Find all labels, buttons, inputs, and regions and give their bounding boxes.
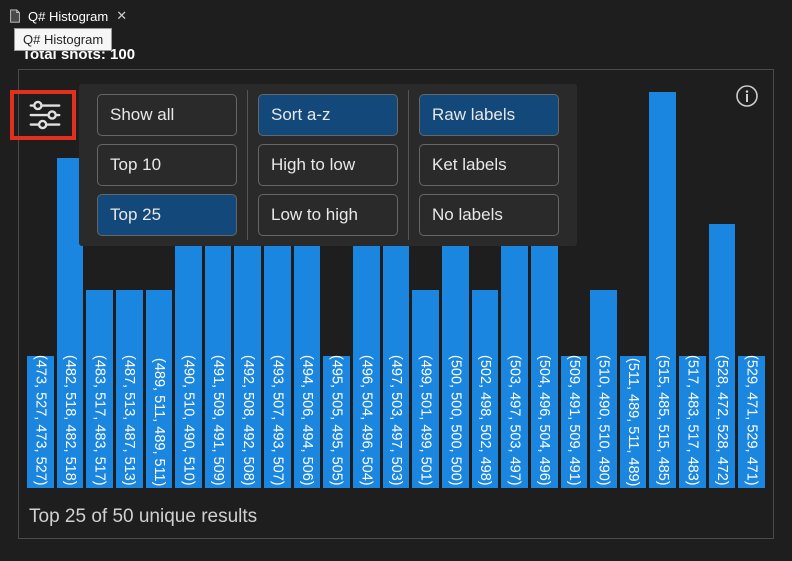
filter-button[interactable]: Low to high [258,194,398,236]
bar-wrap: (515, 485, 515, 485) [649,92,676,488]
bar-label: (487, 513, 487, 513) [121,355,137,486]
bar-label: (503, 497, 503, 497) [507,355,523,486]
close-icon[interactable]: ✕ [114,8,129,24]
tab-bar: Q# Histogram ✕ [0,0,792,32]
bar-label: (529, 471, 529, 471) [744,355,760,486]
filter-button[interactable]: No labels [419,194,559,236]
bar-label: (483, 517, 483, 517) [92,355,108,486]
bar-label: (528, 472, 528, 472) [714,355,730,486]
bar-label: (493, 507, 493, 507) [269,355,285,486]
total-shots-label: Total shots: 100 [0,32,792,67]
filter-controls: Show all Top 10 Top 25 Sort a-z High to low… [79,84,577,246]
bar-label: (499, 501, 499, 501) [418,355,434,486]
filter-button[interactable]: Top 25 [97,194,237,236]
bar-label: (473, 527, 473, 527) [32,355,48,486]
bar-label: (492, 508, 492, 508) [240,355,256,486]
filter-button[interactable]: Show all [97,94,237,136]
bar-label: (496, 504, 496, 504) [358,355,374,486]
bar-label: (494, 506, 494, 506) [299,355,315,486]
filter-button[interactable]: Sort a-z [258,94,398,136]
bar-label: (504, 496, 504, 496) [536,355,552,486]
filter-button[interactable]: High to low [258,144,398,186]
filter-button[interactable]: Ket labels [419,144,559,186]
bar-label: (495, 505, 495, 505) [329,355,345,486]
tab-tooltip: Q# Histogram [14,28,112,51]
file-icon [8,9,22,23]
bar-label: (482, 518, 482, 518) [62,355,78,486]
bar-label: (510, 490, 510, 490) [595,355,611,486]
bar-wrap: (510, 490, 510, 490) [590,92,617,488]
filter-button[interactable]: Raw labels [419,94,559,136]
settings-icon[interactable] [26,96,64,134]
bar-label: (511, 489, 511, 489) [625,358,641,486]
tab-title: Q# Histogram [28,9,108,24]
bar-label: (489, 511, 489, 511) [151,358,167,486]
bar-label: (490, 510, 490, 510) [181,355,197,486]
bar-label: (491, 509, 491, 509) [210,355,226,486]
bar-wrap: (473, 527, 473, 527) [27,92,54,488]
bar-wrap: (528, 472, 528, 472) [709,92,736,488]
bar-label: (497, 503, 497, 503) [388,355,404,486]
bar-wrap: (517, 483, 517, 483) [679,92,706,488]
bar-label: (515, 485, 515, 485) [655,355,671,486]
bar-label: (502, 498, 502, 498) [477,355,493,486]
bar-label: (509, 491, 509, 491) [566,355,582,486]
bar-wrap: (529, 471, 529, 471) [738,92,765,488]
footer-summary: Top 25 of 50 unique results [29,506,257,528]
bar-label: (517, 483, 517, 483) [684,355,700,486]
filter-button[interactable]: Top 10 [97,144,237,186]
bar-wrap: (511, 489, 511, 489) [620,92,647,488]
histogram-panel: Show all Top 10 Top 25 Sort a-z High to low… [18,69,774,539]
bar-label: (500, 500, 500, 500) [447,355,463,486]
